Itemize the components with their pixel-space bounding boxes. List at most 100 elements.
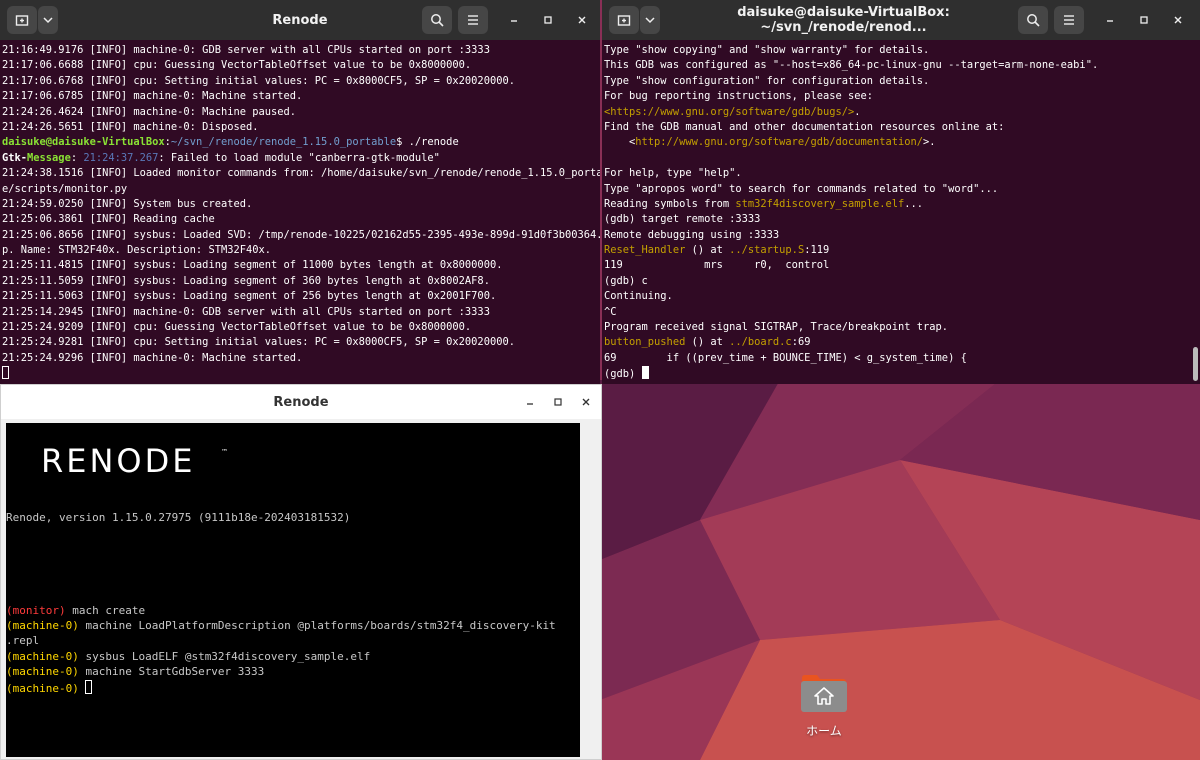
terminal-text: 21:25:14.2945 [INFO] machine-0: GDB serv… bbox=[2, 305, 490, 318]
monitor-prompt: (machine-0) bbox=[6, 665, 79, 679]
terminal-text: 21:25:06.3861 [INFO] Reading cache bbox=[2, 213, 215, 226]
right-terminal-titlebar[interactable]: daisuke@daisuke-VirtualBox: ~/svn_/renod… bbox=[602, 0, 1200, 40]
right-terminal-window[interactable]: daisuke@daisuke-VirtualBox: ~/svn_/renod… bbox=[602, 0, 1200, 384]
scrollbar[interactable] bbox=[1193, 347, 1198, 381]
terminal-text: Reset_Handler bbox=[604, 244, 686, 257]
terminal-line: For help, type "help". bbox=[604, 166, 1200, 181]
search-button[interactable] bbox=[422, 6, 452, 34]
terminal-line: 21:25:24.9281 [INFO] cpu: Setting initia… bbox=[2, 335, 600, 350]
gdb-terminal-output[interactable]: Type "show copying" and "show warranty" … bbox=[602, 40, 1200, 384]
terminal-line: e/scripts/monitor.py bbox=[2, 182, 600, 197]
terminal-text: Program received signal SIGTRAP, Trace/b… bbox=[604, 321, 949, 334]
monitor-line: .repl bbox=[6, 633, 580, 648]
terminal-text: ^C bbox=[604, 305, 617, 318]
terminal-line: Type "show configuration" for configurat… bbox=[604, 74, 1200, 89]
close-button[interactable] bbox=[1168, 10, 1188, 30]
terminal-text: : Failed to load module "canberra-gtk-mo… bbox=[158, 151, 440, 164]
terminal-line: button_pushed () at ../board.c:69 bbox=[604, 335, 1200, 350]
terminal-text: 21:25:11.5063 [INFO] sysbus: Loading seg… bbox=[2, 290, 497, 303]
renode-titlebar[interactable]: Renode bbox=[1, 385, 601, 419]
minimize-button[interactable] bbox=[1100, 10, 1120, 30]
terminal-text: 21:24:37.267 bbox=[83, 151, 159, 164]
terminal-line: Type "show copying" and "show warranty" … bbox=[604, 43, 1200, 58]
left-terminal-window[interactable]: Renode 21:16:49.9176 [INFO] machine-0: G… bbox=[0, 0, 600, 384]
monitor-command: .repl bbox=[6, 634, 40, 648]
monitor-prompt: (machine-0) bbox=[6, 649, 79, 663]
menu-button[interactable] bbox=[458, 6, 488, 34]
terminal-line: 21:25:11.4815 [INFO] sysbus: Loading seg… bbox=[2, 258, 600, 273]
terminal-text: ../startup.S bbox=[729, 244, 805, 257]
terminal-text: ../board.c bbox=[729, 336, 792, 349]
terminal-line: (gdb) c bbox=[604, 274, 1200, 289]
terminal-text: Continuing. bbox=[604, 290, 673, 303]
maximize-button[interactable] bbox=[538, 10, 558, 30]
terminal-text: Remote debugging using :3333 bbox=[604, 228, 780, 241]
new-tab-button[interactable] bbox=[7, 6, 37, 34]
terminal-text: $ ./renode bbox=[396, 136, 459, 149]
minimize-icon bbox=[527, 403, 533, 405]
text-cursor bbox=[85, 679, 93, 694]
menu-button[interactable] bbox=[1054, 6, 1084, 34]
terminal-text: 21:25:24.9296 [INFO] machine-0: Machine … bbox=[2, 351, 303, 364]
terminal-line: Remote debugging using :3333 bbox=[604, 228, 1200, 243]
svg-text:™: ™ bbox=[221, 448, 228, 456]
tab-menu-button[interactable] bbox=[38, 6, 58, 34]
monitor-line: (monitor) mach create bbox=[6, 603, 580, 618]
terminal-text: 21:25:11.5059 [INFO] sysbus: Loading seg… bbox=[2, 274, 490, 287]
terminal-text: e/scripts/monitor.py bbox=[2, 182, 128, 195]
terminal-output[interactable]: 21:16:49.9176 [INFO] machine-0: GDB serv… bbox=[0, 40, 600, 384]
monitor-command: machine StartGdbServer 3333 bbox=[78, 665, 265, 679]
terminal-line: 21:17:06.6785 [INFO] machine-0: Machine … bbox=[2, 89, 600, 104]
terminal-line: 69 if ((prev_time + BOUNCE_TIME) < g_sys… bbox=[604, 351, 1200, 366]
monitor-command: sysbus LoadELF @stm32f4discovery_sample.… bbox=[78, 649, 371, 663]
terminal-line: ^C bbox=[604, 305, 1200, 320]
close-button[interactable] bbox=[572, 10, 592, 30]
monitor-input-line[interactable]: (machine-0) bbox=[6, 679, 580, 695]
terminal-cursor-line bbox=[2, 366, 600, 381]
terminal-line: Reset_Handler () at ../startup.S:119 bbox=[604, 243, 1200, 258]
minimize-button[interactable] bbox=[521, 393, 539, 411]
terminal-text: 21:25:06.8656 [INFO] sysbus: Loaded SVD:… bbox=[2, 228, 600, 241]
terminal-text: For bug reporting instructions, please s… bbox=[604, 90, 873, 103]
maximize-button[interactable] bbox=[1134, 10, 1154, 30]
terminal-line: 21:25:24.9296 [INFO] machine-0: Machine … bbox=[2, 351, 600, 366]
search-icon bbox=[1027, 14, 1040, 27]
new-tab-icon bbox=[617, 15, 631, 26]
close-button[interactable] bbox=[577, 393, 595, 411]
monitor-line: (machine-0) machine StartGdbServer 3333 bbox=[6, 664, 580, 679]
terminal-text: ~/svn_/renode/renode_1.15.0_portable bbox=[170, 136, 397, 149]
terminal-text: 21:17:06.6688 [INFO] cpu: Guessing Vecto… bbox=[2, 59, 472, 72]
tab-menu-button[interactable] bbox=[640, 6, 660, 34]
terminal-line: 21:17:06.6688 [INFO] cpu: Guessing Vecto… bbox=[2, 58, 600, 73]
terminal-line: Find the GDB manual and other documentat… bbox=[604, 120, 1200, 135]
terminal-text: (gdb) target remote :3333 bbox=[604, 213, 761, 226]
terminal-text: 21:25:11.4815 [INFO] sysbus: Loading seg… bbox=[2, 259, 503, 272]
terminal-line: p. Name: STM32F40x. Description: STM32F4… bbox=[2, 243, 600, 258]
terminal-text: . bbox=[854, 105, 861, 118]
close-icon bbox=[582, 398, 590, 406]
home-folder-desktop-icon[interactable]: ホーム bbox=[792, 672, 856, 739]
gdb-prompt-line[interactable]: (gdb) bbox=[604, 366, 1200, 381]
terminal-text: stm32f4discovery_sample.elf bbox=[735, 197, 905, 210]
maximize-button[interactable] bbox=[549, 393, 567, 411]
terminal-text: >. bbox=[923, 136, 936, 149]
terminal-text: Find the GDB manual and other documentat… bbox=[604, 120, 1005, 133]
terminal-line: 21:25:14.2945 [INFO] machine-0: GDB serv… bbox=[2, 305, 600, 320]
left-terminal-titlebar[interactable]: Renode bbox=[0, 0, 600, 40]
terminal-text: Type "show copying" and "show warranty" … bbox=[604, 44, 930, 56]
terminal-line: 21:24:59.0250 [INFO] System bus created. bbox=[2, 197, 600, 212]
renode-monitor-console[interactable]: RENODE ™ Renode, version 1.15.0.27975 (9… bbox=[6, 423, 580, 757]
renode-monitor-window[interactable]: Renode RENODE ™ Renode, version 1.15.0.2… bbox=[0, 384, 602, 760]
terminal-line: 21:25:06.8656 [INFO] sysbus: Loaded SVD:… bbox=[2, 228, 600, 243]
terminal-line: 21:24:26.5651 [INFO] machine-0: Disposed… bbox=[2, 120, 600, 135]
search-button[interactable] bbox=[1018, 6, 1048, 34]
monitor-line: (machine-0) machine LoadPlatformDescript… bbox=[6, 618, 580, 633]
minimize-icon bbox=[511, 20, 517, 22]
terminal-text: : bbox=[70, 151, 84, 164]
minimize-button[interactable] bbox=[504, 10, 524, 30]
minimize-icon bbox=[1107, 20, 1113, 22]
new-tab-button[interactable] bbox=[609, 6, 639, 34]
terminal-text: Reading symbols from bbox=[604, 197, 736, 210]
terminal-text: <https://www.gnu.org/software/gdb/bugs/> bbox=[604, 105, 855, 118]
text-cursor bbox=[2, 366, 9, 380]
